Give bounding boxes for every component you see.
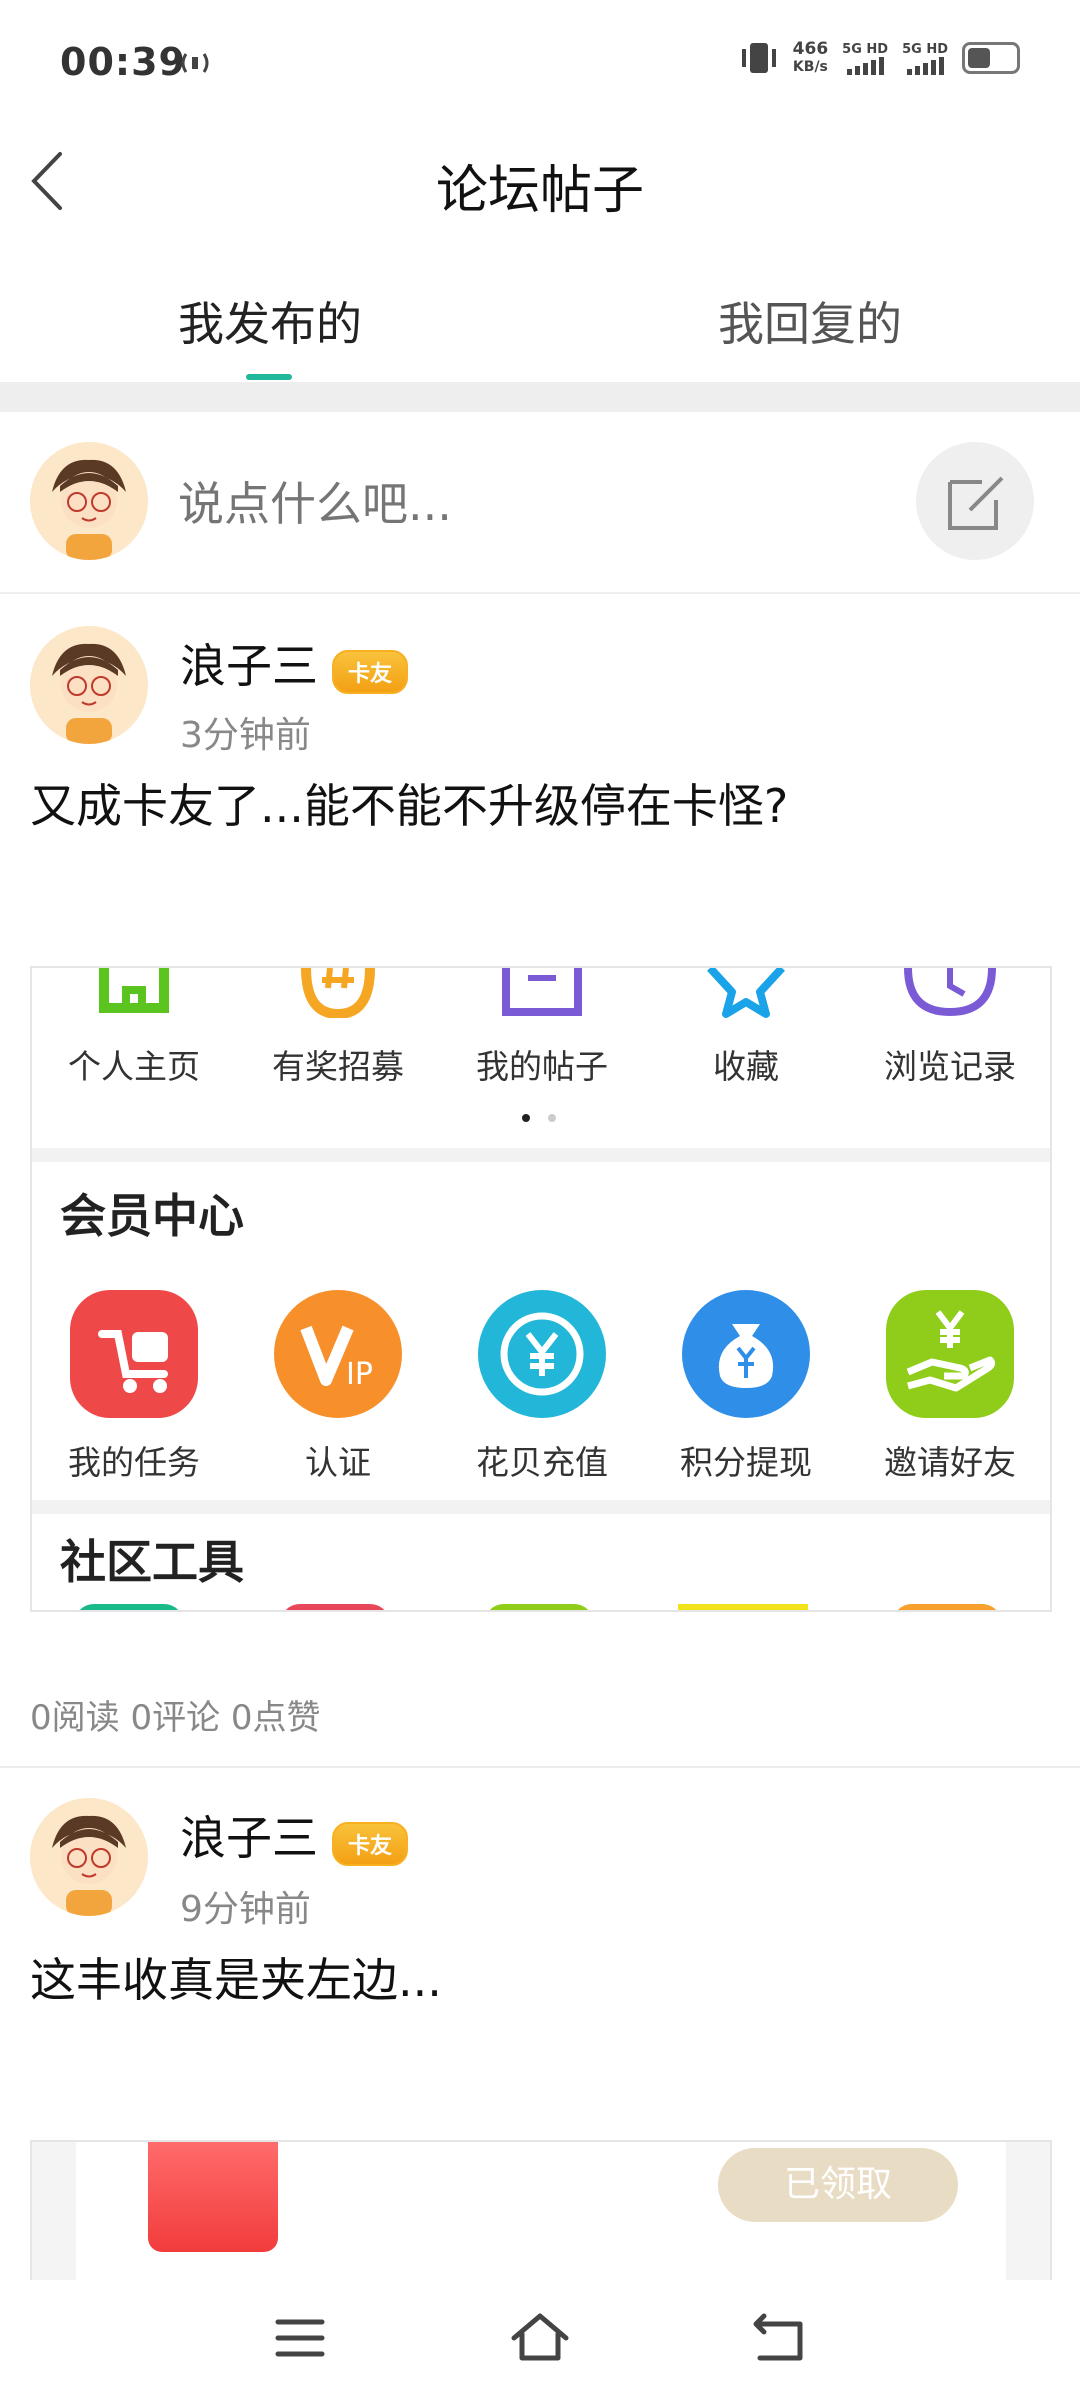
home-button[interactable] (508, 2306, 572, 2374)
menu-icon (275, 2319, 325, 2357)
post-divider (0, 1766, 1080, 1768)
post-image[interactable]: 已领取 (30, 2140, 1052, 2286)
author-name[interactable]: 浪子三 (180, 639, 318, 693)
menu-row: 个人主页 有奖招募 我的帖子 收藏 浏览记录 (32, 968, 1050, 1148)
signal-sim1: 5G HD (842, 42, 888, 75)
home-icon (99, 968, 169, 1013)
avatar[interactable] (30, 1798, 148, 1916)
tool-icon (678, 1604, 808, 1610)
member-item-recharge: 花贝充值 (440, 1288, 644, 1484)
tab-my-replies[interactable]: 我回复的 (540, 288, 1080, 354)
composer-input[interactable] (176, 468, 880, 540)
signal-sim2: 5G HD (902, 42, 948, 75)
post-text: 又成卡友了...能不能不升级停在卡怪? (30, 779, 789, 833)
net-speed: 466 KB/s (792, 39, 829, 75)
system-nav-bar (0, 2280, 1080, 2408)
return-button[interactable] (748, 2306, 812, 2374)
money-bag-icon (682, 1290, 810, 1418)
post-text: 这丰收真是夹左边... (30, 1953, 442, 2007)
home-icon (511, 2313, 569, 2361)
tab-indicator (246, 374, 292, 380)
menu-item-homepage: 个人主页 (32, 968, 236, 1088)
member-center-title: 会员中心 (60, 1189, 244, 1243)
member-item-tasks: 我的任务 (32, 1288, 236, 1484)
red-packet-icon (148, 2142, 278, 2252)
status-bar: 00:39 466 KB/s 5G HD 5G HD (0, 0, 1080, 130)
tool-icon (892, 1604, 1002, 1610)
tab-bar: 我发布的 我回复的 (0, 270, 1080, 380)
avatar[interactable] (30, 626, 148, 744)
nfc-icon (178, 50, 212, 80)
author-name[interactable]: 浪子三 (180, 1811, 318, 1865)
tool-icon (280, 1604, 390, 1610)
image-divider (32, 1500, 1050, 1514)
page-dot (548, 1114, 556, 1122)
member-item-invite: 邀请好友 (848, 1288, 1050, 1484)
composer (0, 412, 1080, 594)
menu-item-my-posts: 我的帖子 (440, 968, 644, 1088)
post-stats: 0阅读 0评论 0点赞 (30, 1698, 321, 1738)
avatar[interactable] (30, 442, 148, 560)
status-time: 00:39 (60, 40, 186, 84)
level-badge: 卡友 (332, 649, 409, 694)
document-icon (502, 968, 582, 1016)
compose-button[interactable] (916, 442, 1034, 560)
image-divider (32, 1148, 1050, 1162)
author-line: 浪子三 卡友 (180, 1802, 409, 1872)
clock-icon (904, 968, 996, 1017)
chat-hash-icon (301, 968, 375, 1020)
signal-bars-icon (906, 56, 944, 75)
invite-hand-icon (886, 1290, 1014, 1418)
tasks-icon (70, 1290, 198, 1418)
tab-my-posts[interactable]: 我发布的 (0, 288, 540, 354)
post-time: 9分钟前 (180, 1889, 311, 1930)
battery-icon (962, 42, 1020, 74)
member-item-verify: IP 认证 (236, 1288, 440, 1484)
page-title: 论坛帖子 (435, 161, 644, 221)
tool-icon (74, 1604, 184, 1610)
menu-item-history: 浏览记录 (848, 968, 1050, 1088)
svg-text:IP: IP (346, 1357, 373, 1392)
menu-item-favorites: 收藏 (644, 968, 848, 1088)
yuan-recharge-icon (478, 1290, 606, 1418)
section-divider (0, 382, 1080, 412)
menu-item-recruit: 有奖招募 (236, 968, 440, 1088)
claimed-button[interactable]: 已领取 (718, 2148, 958, 2222)
signal-bars-icon (846, 56, 884, 75)
page-dot-active (522, 1114, 530, 1122)
return-icon (753, 2313, 803, 2361)
community-tools-title: 社区工具 (60, 1535, 244, 1589)
post-image[interactable]: 个人主页 有奖招募 我的帖子 收藏 浏览记录 会员中心 我的任务 IP 认证 花… (30, 966, 1052, 1612)
level-badge: 卡友 (332, 1821, 409, 1866)
tool-icon (484, 1604, 594, 1610)
edit-icon (948, 476, 1004, 530)
star-icon (707, 968, 785, 1018)
author-line: 浪子三 卡友 (180, 630, 409, 700)
menu-button[interactable] (270, 2308, 330, 2372)
member-item-withdraw: 积分提现 (644, 1288, 848, 1484)
post-time: 3分钟前 (180, 715, 311, 756)
vibrate-icon (741, 43, 776, 73)
vip-icon: IP (274, 1290, 402, 1418)
status-icons: 466 KB/s 5G HD 5G HD (739, 40, 1020, 76)
